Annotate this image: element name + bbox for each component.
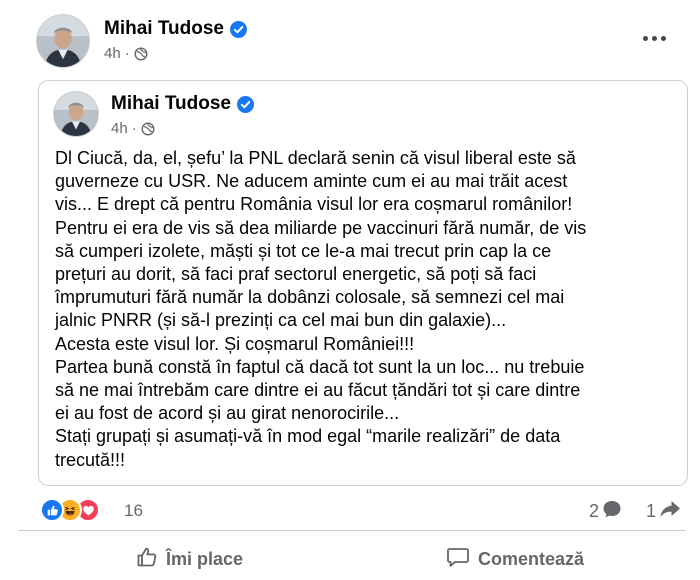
author-name-row: Mihai Tudose	[104, 18, 247, 40]
more-options-button[interactable]	[636, 26, 672, 50]
shared-author-meta: Mihai Tudose 4h ·	[111, 93, 254, 137]
verified-badge-icon	[236, 95, 254, 113]
post-text-line: Dl Ciucă, da, el, șefu’ la PNL declară s…	[55, 148, 576, 168]
post-text-line: vis... E drept că pentru România visul l…	[55, 194, 573, 215]
shares-count-value: 1	[646, 501, 657, 521]
globe-icon[interactable]	[141, 122, 155, 136]
share-arrow-icon	[659, 499, 681, 524]
verified-badge-icon	[229, 20, 247, 38]
comment-icon	[446, 546, 470, 573]
more-dot	[660, 35, 666, 41]
post-text-line: ei au fost de acord și au girat nenoroci…	[55, 403, 400, 424]
post-stats-row: 16 2 1	[40, 498, 690, 524]
comments-count-value: 2	[589, 501, 600, 521]
comment-button[interactable]: Comentează	[446, 542, 584, 576]
reaction-icons[interactable]	[40, 498, 100, 522]
post-text-line: prețuri au dorit, să faci praf sectorul …	[55, 264, 537, 285]
post-text-line: Pentru ei era de vis să dea miliarde pe …	[55, 217, 587, 238]
comment-bubble-icon	[602, 499, 622, 524]
like-button-label: Îmi place	[166, 548, 244, 569]
avatar-portrait-icon	[54, 92, 98, 136]
author-meta: Mihai Tudose 4h ·	[104, 18, 247, 62]
post-text-line: împrumuturi fără număr la dobânzi colosa…	[55, 287, 565, 308]
shared-post-time[interactable]: 4h	[111, 120, 128, 137]
globe-icon[interactable]	[134, 47, 148, 61]
shared-author-name-row: Mihai Tudose	[111, 93, 254, 115]
thumbs-up-icon	[136, 546, 158, 573]
shares-count[interactable]: 1	[646, 499, 681, 524]
avatar-portrait-icon	[37, 15, 89, 67]
stats-divider	[18, 530, 686, 531]
shared-author-name[interactable]: Mihai Tudose	[111, 93, 231, 115]
shared-post-header: Mihai Tudose 4h ·	[53, 91, 254, 137]
more-dot	[642, 35, 648, 41]
shared-post-time-row: 4h ·	[111, 120, 254, 137]
post-text-line: guverneze cu USR. Ne aducem aminte cum e…	[55, 171, 568, 192]
post-text-line: Acesta este visul lor. Și coșmarul Român…	[55, 333, 415, 354]
more-dot	[651, 35, 657, 41]
post-text-line: Partea bună constă în faptul că dacă tot…	[55, 356, 585, 377]
post-text-line: să cumperi izolete, măști și tot ce le-a…	[55, 240, 552, 261]
post-time-row: 4h ·	[104, 45, 247, 62]
shared-post-card[interactable]: Mihai Tudose 4h · Dl Ciucă, da, el, șefu…	[38, 80, 688, 486]
post-text-line: să ne mai întrebăm care dintre ei au făc…	[55, 380, 581, 401]
facebook-post: Mihai Tudose 4h · Mihai Tudose 4h · Dl C…	[0, 0, 700, 580]
author-name[interactable]: Mihai Tudose	[104, 18, 224, 40]
shared-author-avatar[interactable]	[53, 91, 99, 137]
like-reaction-icon	[40, 498, 64, 522]
post-text-line: trecută!!!	[55, 449, 126, 470]
post-body-text: Dl Ciucă, da, el, șefu’ la PNL declară s…	[55, 147, 685, 472]
post-text-line: jalnic PNRR (și să-l prezinți ca cel mai…	[55, 310, 507, 331]
time-separator: ·	[131, 120, 137, 137]
time-separator: ·	[124, 45, 130, 62]
comments-count[interactable]: 2	[589, 499, 622, 524]
post-time[interactable]: 4h	[104, 45, 121, 62]
post-header: Mihai Tudose 4h ·	[36, 14, 247, 68]
reaction-count[interactable]: 16	[124, 501, 143, 521]
post-text-line: Stați grupați și asumați-vă în mod egal …	[55, 426, 561, 447]
comment-button-label: Comentează	[478, 548, 585, 569]
post-action-bar: Îmi place Comentează	[0, 536, 700, 580]
author-avatar[interactable]	[36, 14, 90, 68]
like-button[interactable]: Îmi place	[136, 542, 243, 576]
